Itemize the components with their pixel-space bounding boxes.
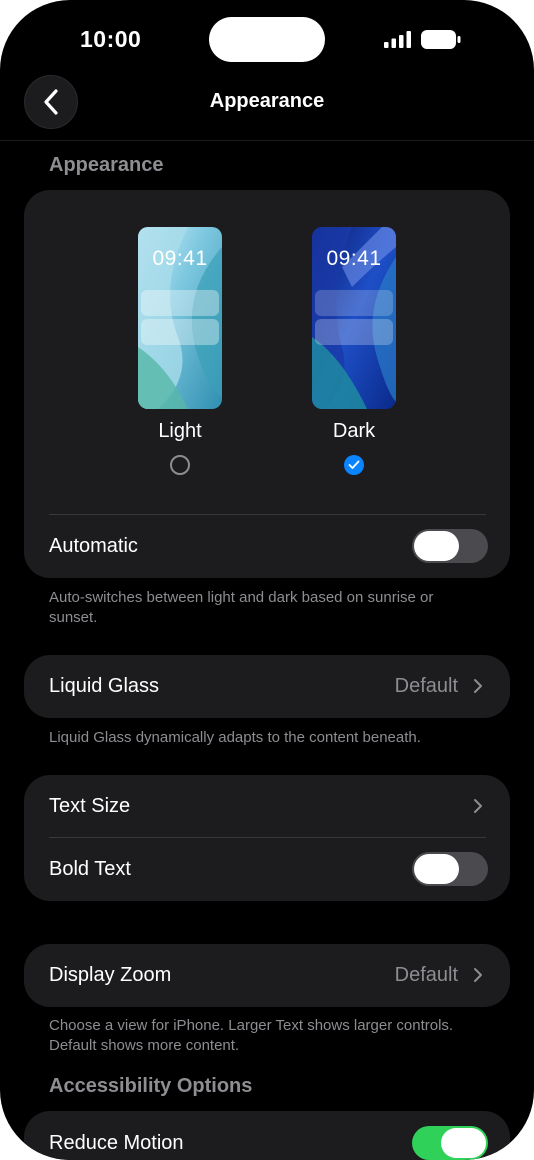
light-mode-preview[interactable]: 09:41 [138, 227, 222, 409]
liquid-glass-value: Default [394, 675, 458, 697]
dark-preview-time: 09:41 [326, 247, 382, 270]
display-zoom-footnote: Choose a view for iPhone. Larger Text sh… [49, 1017, 454, 1054]
dark-mode-preview[interactable]: 09:41 [312, 227, 396, 409]
display-zoom-value: Default [394, 964, 458, 986]
accessibility-card: Reduce Motion [24, 1111, 510, 1160]
automatic-footnote: Auto-switches between light and dark bas… [49, 589, 434, 626]
page-title: Appearance [209, 90, 325, 112]
dynamic-island [209, 17, 325, 62]
light-mode-label: Light [158, 420, 202, 442]
display-zoom-row[interactable]: Display Zoom Default [24, 944, 510, 1007]
divider [49, 837, 486, 838]
dark-preview-widget [315, 290, 393, 316]
dark-mode-radio[interactable] [344, 455, 364, 475]
chevron-right-icon [474, 799, 482, 813]
text-options-card: Text Size Bold Text [24, 775, 510, 901]
chevron-right-icon [474, 679, 482, 693]
battery-icon [421, 30, 461, 49]
phone-screen: 10:00 Appearance Appearance 09:41 Light … [0, 0, 534, 1160]
light-preview-widget [141, 290, 219, 316]
reduce-motion-label: Reduce Motion [49, 1132, 184, 1154]
liquid-glass-row[interactable]: Liquid Glass Default [24, 655, 510, 718]
dark-preview-widget [315, 319, 393, 345]
signal-icon [384, 31, 411, 48]
divider [49, 514, 486, 515]
appearance-card: 09:41 Light 09:41 Dark Automatic [24, 190, 510, 578]
checkmark-icon [348, 460, 360, 469]
light-mode-radio[interactable] [170, 455, 190, 475]
toggle-knob [414, 854, 459, 884]
liquid-glass-label: Liquid Glass [49, 675, 160, 697]
toggle-knob [414, 531, 459, 561]
status-time: 10:00 [80, 26, 142, 52]
toggle-knob [441, 1128, 486, 1158]
automatic-toggle[interactable] [412, 529, 488, 563]
bold-text-toggle[interactable] [412, 852, 488, 886]
light-preview-widget [141, 319, 219, 345]
reduce-motion-toggle[interactable] [412, 1126, 488, 1160]
text-size-row[interactable]: Text Size [24, 775, 510, 837]
light-preview-time: 09:41 [152, 247, 208, 270]
display-zoom-label: Display Zoom [49, 964, 172, 986]
liquid-glass-footnote: Liquid Glass dynamically adapts to the c… [49, 729, 421, 746]
dark-mode-label: Dark [332, 420, 376, 442]
text-size-label: Text Size [49, 795, 131, 817]
chevron-right-icon [474, 968, 482, 982]
section-header-appearance: Appearance [49, 154, 164, 176]
section-header-accessibility: Accessibility Options [49, 1075, 253, 1097]
automatic-label: Automatic [49, 535, 138, 557]
nav-divider [0, 140, 534, 141]
bold-text-label: Bold Text [49, 858, 131, 880]
